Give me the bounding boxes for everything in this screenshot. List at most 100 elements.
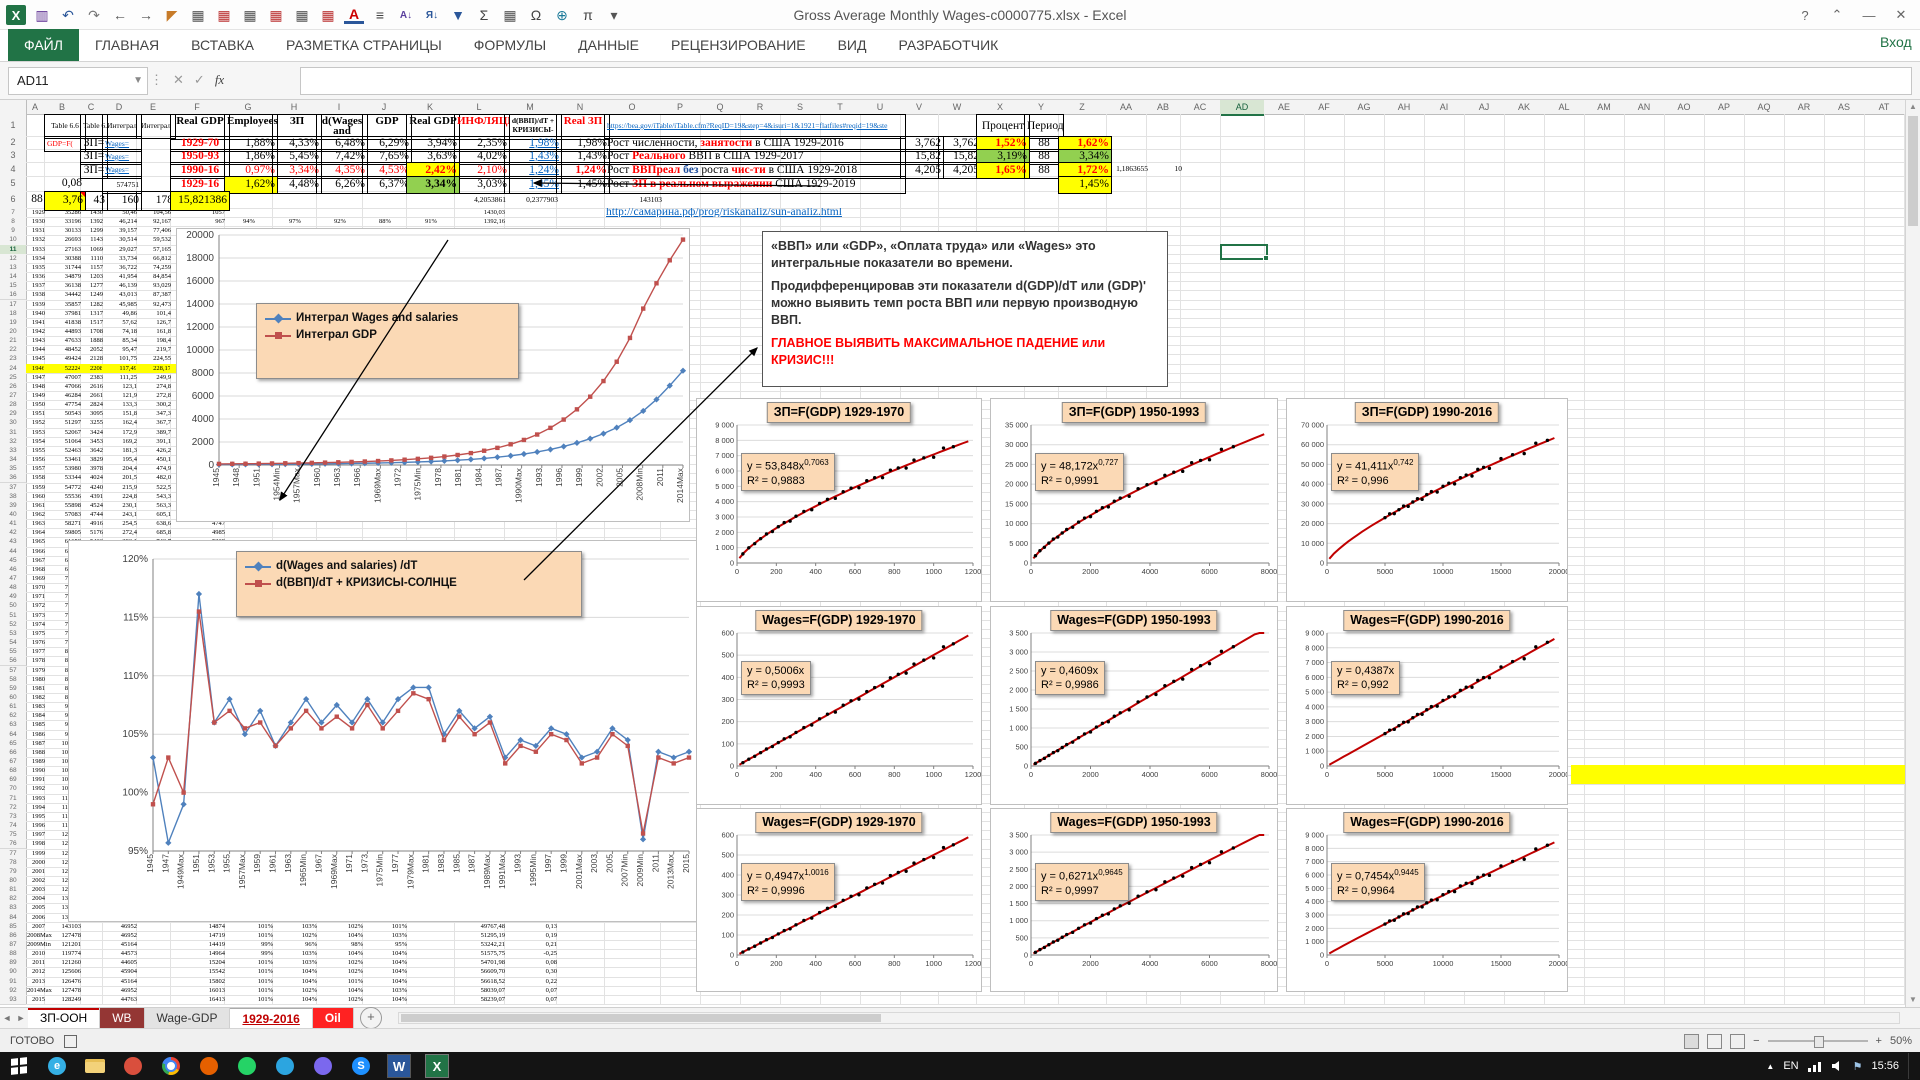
cell[interactable]: 2007 bbox=[26, 922, 46, 931]
cell[interactable]: 49424 bbox=[44, 354, 82, 363]
cell[interactable]: 1991 bbox=[26, 775, 46, 784]
cell-N5[interactable]: 1,45% bbox=[556, 176, 610, 194]
cell[interactable]: 66,812 bbox=[136, 254, 172, 263]
cell-G8[interactable]: 94% bbox=[224, 217, 274, 226]
cell[interactable]: 104% bbox=[362, 958, 408, 967]
cell[interactable]: 127478 bbox=[44, 986, 82, 995]
cell[interactable]: 101% bbox=[224, 931, 274, 940]
sheet-tab-Wage-GDP[interactable]: Wage-GDP bbox=[145, 1008, 231, 1028]
cell[interactable]: 1932 bbox=[26, 235, 46, 244]
cell-K5[interactable]: 3,34% bbox=[406, 176, 460, 194]
close-icon[interactable]: ✕ bbox=[1886, 3, 1916, 27]
cell[interactable]: 1976 bbox=[26, 638, 46, 647]
cell[interactable]: 0,22 bbox=[504, 977, 558, 986]
cell[interactable]: 48452 bbox=[44, 345, 82, 354]
tab-разметка страницы[interactable]: РАЗМЕТКА СТРАНИЦЫ bbox=[270, 29, 458, 61]
cell-O7[interactable]: http://самарина.рф/prog/riskanaliz/sun-a… bbox=[604, 208, 904, 217]
excel-taskbar-icon[interactable]: X bbox=[420, 1054, 454, 1078]
cell[interactable]: 426,2 bbox=[136, 446, 172, 455]
cell[interactable]: 35857 bbox=[44, 300, 82, 309]
cell[interactable]: 47066 bbox=[44, 382, 82, 391]
cell[interactable]: 1962 bbox=[26, 510, 46, 519]
cell[interactable]: 49767,48 bbox=[454, 922, 506, 931]
column-header-AK[interactable]: AK bbox=[1504, 100, 1545, 115]
cell[interactable]: 102% bbox=[272, 931, 318, 940]
cell[interactable]: 103% bbox=[272, 922, 318, 931]
cell[interactable]: 0,21 bbox=[504, 940, 558, 949]
app-purple-icon[interactable] bbox=[306, 1054, 340, 1078]
cell[interactable]: 1299 bbox=[80, 226, 104, 235]
cell[interactable]: 14964 bbox=[170, 949, 226, 958]
show-desktop-strip[interactable] bbox=[1908, 1053, 1914, 1079]
cell[interactable]: 967 bbox=[170, 217, 226, 226]
cell[interactable]: 605,1 bbox=[136, 510, 172, 519]
signin-link[interactable]: Вход bbox=[1880, 34, 1920, 50]
cell[interactable]: 104% bbox=[316, 949, 364, 958]
cell-O6[interactable]: 143103 bbox=[604, 191, 664, 208]
cell[interactable]: 1317 bbox=[80, 309, 104, 318]
cell[interactable]: 224,55 bbox=[136, 354, 172, 363]
cell[interactable]: 16413 bbox=[170, 995, 226, 1004]
cell[interactable]: 181,3 bbox=[102, 446, 138, 455]
cell[interactable]: 95,47 bbox=[102, 345, 138, 354]
selected-cell-AD11[interactable] bbox=[1220, 244, 1268, 260]
cell[interactable]: 74,259 bbox=[136, 263, 172, 272]
cell[interactable]: 47754 bbox=[44, 400, 82, 409]
cell[interactable]: 1950 bbox=[26, 400, 46, 409]
cell[interactable]: 1945 bbox=[26, 354, 46, 363]
cell[interactable]: 1955 bbox=[26, 446, 46, 455]
cell[interactable]: 15204 bbox=[170, 958, 226, 967]
cell-L8[interactable]: 1392,16 bbox=[454, 217, 506, 226]
cell[interactable]: 1944 bbox=[26, 345, 46, 354]
cell[interactable]: 1931 bbox=[26, 226, 46, 235]
sheet-tab-1929-2016[interactable]: 1929-2016 bbox=[230, 1008, 312, 1028]
macro-record-icon[interactable] bbox=[64, 1035, 77, 1048]
column-header-B[interactable]: B bbox=[44, 100, 81, 115]
cell[interactable]: 101,4 bbox=[136, 309, 172, 318]
cell[interactable]: 300,2 bbox=[136, 400, 172, 409]
zoom-knob[interactable] bbox=[1814, 1036, 1824, 1048]
cell[interactable]: 50,46 bbox=[102, 208, 138, 217]
cell[interactable]: 2008Max bbox=[26, 931, 46, 940]
cell[interactable]: 219,7 bbox=[136, 345, 172, 354]
cell[interactable]: 1992 bbox=[26, 784, 46, 793]
cell[interactable]: 102% bbox=[316, 922, 364, 931]
column-header-AS[interactable]: AS bbox=[1824, 100, 1865, 115]
cell[interactable]: 3978 bbox=[80, 464, 104, 473]
cell[interactable]: 46,139 bbox=[102, 281, 138, 290]
cell[interactable]: 101,75 bbox=[102, 354, 138, 363]
cell[interactable]: 1951 bbox=[26, 409, 46, 418]
worksheet-grid[interactable]: ABCDEFGHIJKLMNOPQRSTUVWXYZAAABACADAEAFAG… bbox=[0, 100, 1920, 1007]
cell[interactable]: 33,734 bbox=[102, 254, 138, 263]
cell[interactable]: 391,1 bbox=[136, 437, 172, 446]
tab-главная[interactable]: ГЛАВНАЯ bbox=[79, 29, 175, 61]
cell[interactable]: 1249 bbox=[80, 290, 104, 299]
column-header-I[interactable]: I bbox=[316, 100, 363, 115]
column-header-AG[interactable]: AG bbox=[1344, 100, 1385, 115]
cell[interactable]: 34879 bbox=[44, 272, 82, 281]
column-header-U[interactable]: U bbox=[860, 100, 901, 115]
start-button[interactable] bbox=[2, 1054, 36, 1078]
cell[interactable]: 1933 bbox=[26, 245, 46, 254]
chart-s7[interactable]: 0100200300400500600020040060080010001200… bbox=[696, 808, 982, 992]
cell[interactable]: 45,985 bbox=[102, 300, 138, 309]
cell[interactable]: 103% bbox=[362, 931, 408, 940]
tab-вид[interactable]: ВИД bbox=[822, 29, 883, 61]
cell[interactable]: 0,08 bbox=[504, 958, 558, 967]
cell[interactable]: 74,18 bbox=[102, 327, 138, 336]
vertical-scrollbar[interactable]: ▲▼ bbox=[1905, 100, 1920, 1007]
cell[interactable]: 46,214 bbox=[102, 217, 138, 226]
cell[interactable]: 2003 bbox=[26, 885, 46, 894]
cell[interactable]: 30,514 bbox=[102, 235, 138, 244]
chart-s2[interactable]: 05 00010 00015 00020 00025 00030 00035 0… bbox=[990, 398, 1278, 602]
internet-explorer-icon[interactable]: e bbox=[40, 1054, 74, 1078]
chart-integral[interactable]: 0200040006000800010000120001400016000180… bbox=[176, 228, 690, 522]
cell[interactable]: 35286 bbox=[44, 208, 82, 217]
cell[interactable]: 1282 bbox=[80, 300, 104, 309]
cell[interactable]: 46284 bbox=[44, 391, 82, 400]
cell[interactable]: 103% bbox=[272, 949, 318, 958]
cell[interactable]: 117,49 bbox=[102, 364, 138, 373]
cell[interactable]: 4391 bbox=[80, 492, 104, 501]
cell[interactable]: 1956 bbox=[26, 455, 46, 464]
fx-icon[interactable]: fx bbox=[215, 72, 224, 88]
